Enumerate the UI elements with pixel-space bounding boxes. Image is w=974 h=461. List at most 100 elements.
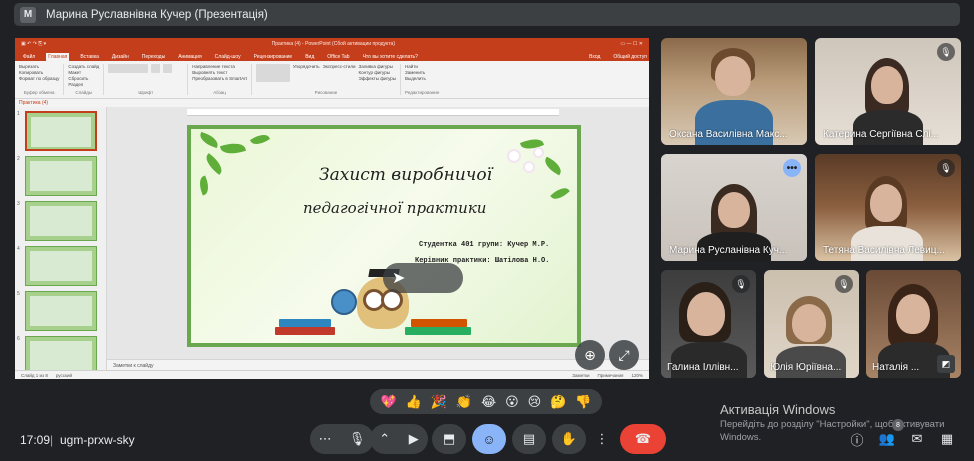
slide-thumbnail[interactable]: 2 — [17, 156, 104, 196]
new-slide-button[interactable]: Создать слайд — [68, 64, 99, 69]
slide-thumbnail[interactable]: 4 — [17, 246, 104, 286]
thumbnail-preview — [25, 336, 97, 370]
people-icon[interactable]: 👥 — [878, 430, 896, 448]
font-size-box[interactable] — [151, 64, 161, 73]
reset-button[interactable]: Сбросить — [68, 76, 99, 81]
windows-activation-line2: Windows. — [720, 432, 762, 443]
ppt-tell-me[interactable]: Что вы хотите сделать? — [361, 53, 420, 61]
participant-tile[interactable]: 🎙 Катерина Сергіївна Слі... — [815, 38, 961, 145]
participant-tile[interactable]: 🎙 Галина Іллівн... — [661, 270, 756, 378]
reaction-party[interactable]: 🎉 — [431, 395, 447, 408]
shapes-gallery-icon[interactable] — [255, 64, 290, 82]
status-language: русский — [55, 372, 73, 378]
arrange-button[interactable]: Упорядочить — [293, 64, 320, 82]
mic-options-icon[interactable]: ⋯ — [319, 431, 332, 447]
quick-styles-button[interactable]: Экспресс-стили — [323, 64, 356, 82]
ppt-menu-home[interactable]: Главная — [46, 53, 70, 61]
shape-effects-button[interactable]: Эффекты фигуры — [359, 76, 397, 81]
participant-name: Оксана Василівна Макс... — [669, 129, 788, 140]
captions-button[interactable]: ▤ — [512, 424, 546, 454]
select-button[interactable]: Выделить — [405, 76, 439, 81]
reaction-surprised[interactable]: 😮 — [505, 395, 519, 408]
ppt-share[interactable]: Общий доступ — [611, 53, 649, 61]
present-screen-button[interactable]: ⬒ — [432, 424, 466, 454]
find-button[interactable]: Найти — [405, 64, 439, 69]
books-illustration — [275, 315, 475, 335]
current-slide[interactable]: Захист виробничої педагогічної практики … — [187, 125, 581, 347]
font-name-box[interactable] — [108, 64, 149, 73]
ppt-menu-review[interactable]: Рецензирование — [252, 53, 295, 61]
presentation-title-bar: M Марина Руславнівна Кучер (Презентація) — [14, 3, 960, 26]
reaction-thumbs-down[interactable]: 👎 — [575, 395, 591, 408]
reaction-laugh[interactable]: 😂 — [481, 395, 496, 408]
shape-fill-button[interactable]: Заливка фигуры — [359, 64, 397, 69]
camera-icon[interactable]: ▶ — [409, 431, 419, 447]
ppt-signin[interactable]: Вход — [587, 53, 602, 61]
fullscreen-button[interactable]: ⤢ — [609, 340, 639, 370]
participant-tile[interactable]: 🎙 Тетяна Василівна Левиц... — [815, 154, 961, 261]
reaction-thinking[interactable]: 🤔 — [550, 395, 566, 408]
text-direction-button[interactable]: Направление текста — [192, 64, 247, 69]
cut-button[interactable]: Вырезать — [19, 64, 59, 69]
participant-tile[interactable]: ◩ Наталія ... — [866, 270, 961, 378]
emoji-reactions-button[interactable]: ☺ — [472, 424, 506, 454]
participant-tile[interactable]: Оксана Василівна Макс... — [661, 38, 807, 145]
align-text-button[interactable]: Выровнять текст — [192, 70, 247, 75]
leave-call-button[interactable]: ☎ — [620, 424, 666, 454]
reaction-thumbs-up[interactable]: 👍 — [406, 395, 422, 408]
bold-icon[interactable] — [163, 64, 173, 73]
ppt-menu-officetab[interactable]: Office Tab — [325, 53, 351, 61]
section-button[interactable]: Раздел — [68, 82, 99, 87]
layout-button[interactable]: Макет — [68, 70, 99, 75]
thumbnail-number: 6 — [17, 336, 20, 342]
ppt-menu-file[interactable]: Файл — [21, 53, 37, 61]
reaction-heart[interactable]: 💖 — [380, 395, 396, 408]
status-zoom[interactable]: 120% — [631, 373, 643, 378]
ppt-menu-insert[interactable]: Вставка — [78, 53, 101, 61]
reaction-clap[interactable]: 👏 — [456, 395, 472, 408]
reactions-bar: 💖 👍 🎉 👏 😂 😮 😢 🤔 👎 — [370, 389, 602, 414]
ppt-menu-slideshow[interactable]: Слайд-шоу — [213, 53, 243, 61]
ppt-menu-transitions[interactable]: Переходы — [140, 53, 167, 61]
more-options-button[interactable]: ⋮ — [592, 424, 612, 454]
slide-thumbnail[interactable]: 1 — [17, 111, 104, 151]
pin-icon[interactable]: ◩ — [937, 355, 955, 373]
slide-thumbnail[interactable]: 3 — [17, 201, 104, 241]
format-painter-button[interactable]: Формат по образцу — [19, 76, 59, 81]
ppt-document-tab[interactable]: Практика (4) — [15, 99, 649, 107]
slide-editor: Захист виробничої педагогічної практики … — [107, 107, 649, 370]
slide-thumbnails: 1 2 3 4 5 6 — [15, 107, 107, 370]
replace-button[interactable]: Заменить — [405, 70, 439, 75]
meet-window: M Марина Руславнівна Кучер (Презентація)… — [0, 0, 974, 461]
camera-options-icon[interactable]: ⌃ — [379, 431, 390, 447]
activities-icon[interactable]: ▦ — [938, 430, 956, 448]
participant-tile-presenter[interactable]: ••• Марина Русланівна Куч... — [661, 154, 807, 261]
meeting-code: ugm-prxw-sky — [60, 433, 135, 447]
thumbnail-preview — [25, 291, 97, 331]
ppt-menu-design[interactable]: Дизайн — [110, 53, 131, 61]
status-comments-button[interactable]: Примечания — [598, 373, 624, 378]
status-slide-count: Слайд 1 из 8 — [21, 372, 48, 378]
chat-icon[interactable]: ✉ — [908, 430, 926, 448]
slide-notes[interactable]: Заметки к слайду — [107, 359, 649, 370]
participant-tile[interactable]: 🎙 Юлія Юріївна... — [764, 270, 859, 378]
microphone-icon[interactable]: 🎙 — [349, 431, 366, 447]
ribbon-slides: Создать слайд Макет Сбросить Раздел Слай… — [68, 64, 105, 95]
smartart-button[interactable]: Преобразовать в SmartArt — [192, 76, 247, 81]
slide-thumbnail[interactable]: 5 — [17, 291, 104, 331]
status-notes-button[interactable]: Заметки — [572, 373, 589, 378]
slide-thumbnail[interactable]: 6 — [17, 336, 104, 370]
copy-button[interactable]: Копировать — [19, 70, 59, 75]
more-options-icon[interactable]: ••• — [783, 159, 801, 177]
shape-format-group: Заливка фигуры Контур фигуры Эффекты фиг… — [359, 64, 397, 82]
shape-outline-button[interactable]: Контур фигуры — [359, 70, 397, 75]
meeting-details-icon[interactable]: ⓘ — [848, 430, 866, 448]
leaf-decoration — [541, 156, 565, 176]
zoom-in-button[interactable]: ⊕ — [575, 340, 605, 370]
participant-name: Катерина Сергіївна Слі... — [823, 129, 939, 140]
raise-hand-button[interactable]: ✋ — [552, 424, 586, 454]
reaction-sad[interactable]: 😢 — [528, 395, 542, 408]
ppt-menu-animation[interactable]: Анимация — [176, 53, 203, 61]
participant-name: Галина Іллівн... — [667, 362, 739, 373]
ppt-menu-view[interactable]: Вид — [303, 53, 316, 61]
